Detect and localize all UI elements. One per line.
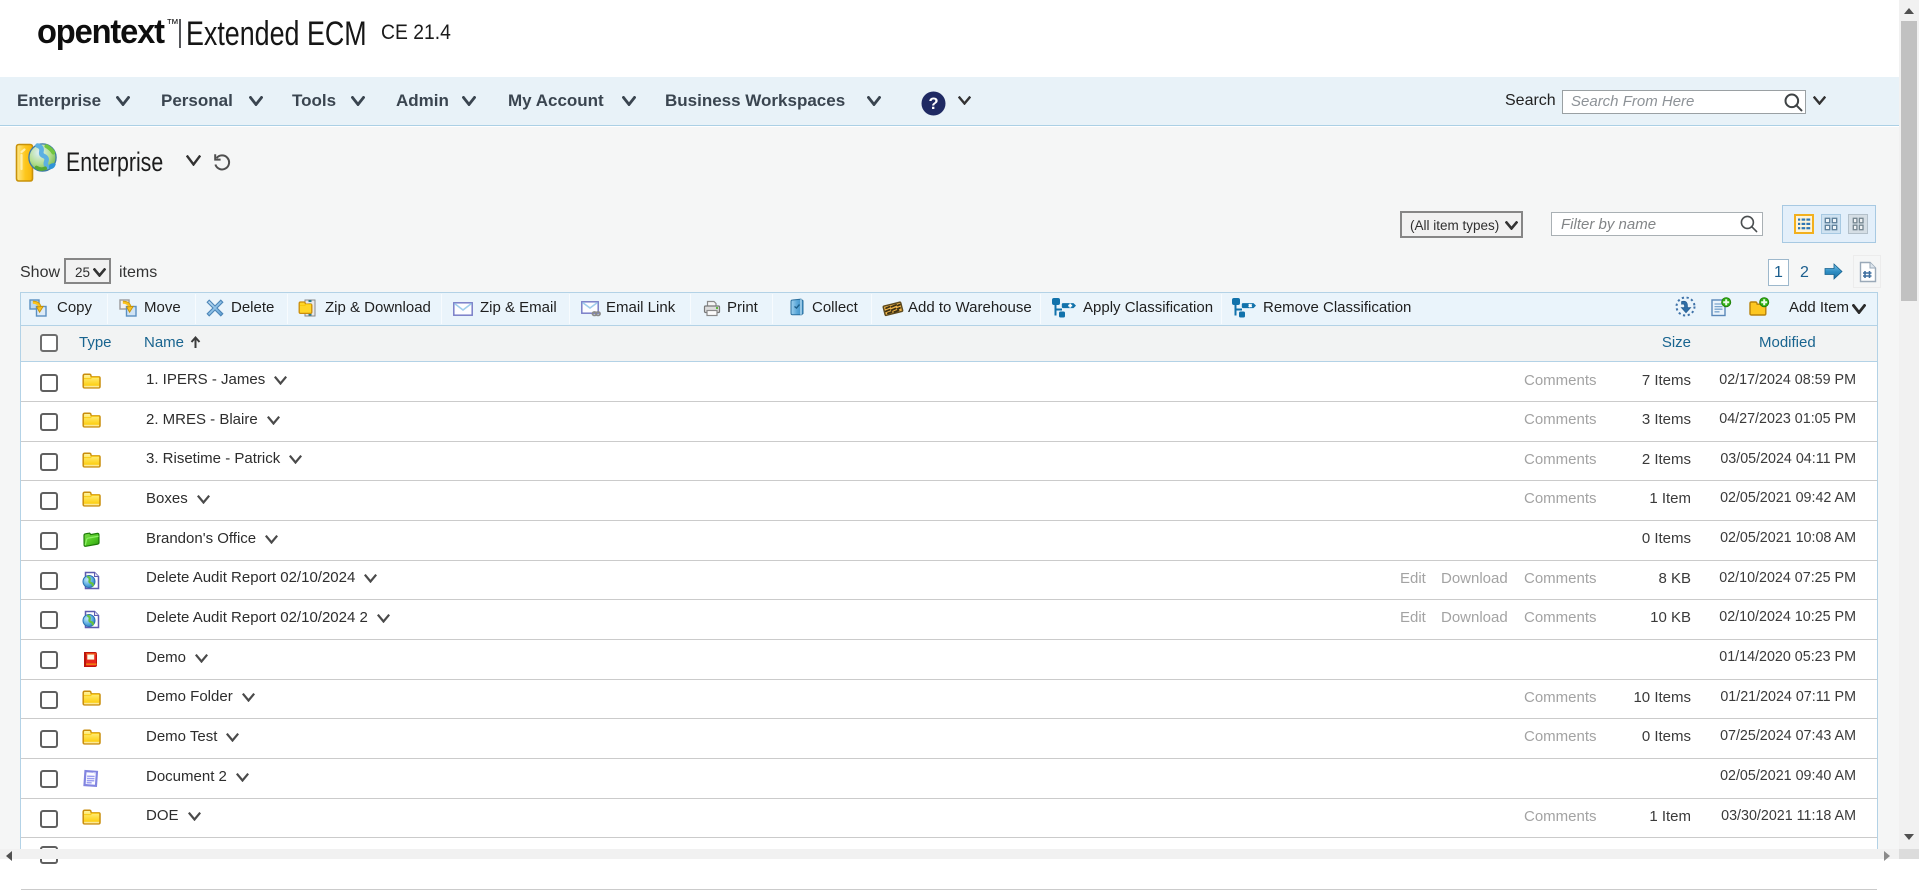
svg-text:?: ?: [928, 95, 938, 113]
